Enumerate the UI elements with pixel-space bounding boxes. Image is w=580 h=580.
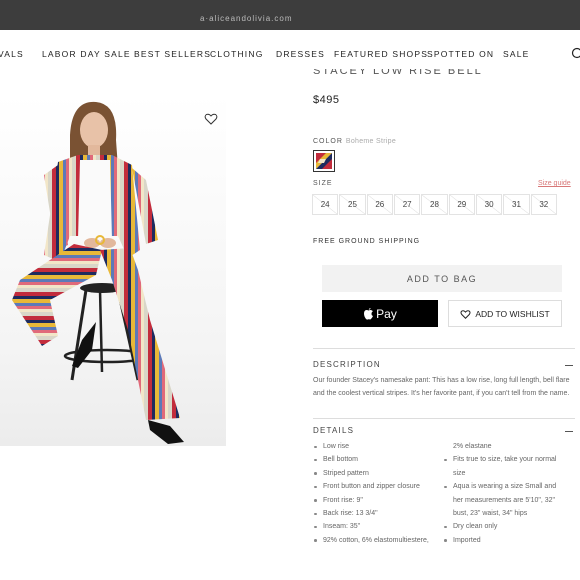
apple-logo-icon bbox=[364, 308, 374, 320]
size-option-25[interactable]: 25 bbox=[339, 194, 366, 215]
apple-pay-button[interactable]: Pay bbox=[322, 300, 438, 327]
nav-item-sale[interactable]: SALE bbox=[503, 49, 530, 59]
size-selector: 24 25 26 27 28 29 30 31 32 bbox=[312, 194, 558, 215]
list-item: Back rise: 13 3/4" bbox=[313, 507, 445, 520]
list-item: Aqua is wearing a size Small and bbox=[443, 480, 577, 493]
list-item: Inseam: 35" bbox=[313, 520, 445, 533]
product-image bbox=[0, 94, 226, 446]
nav-item-labor-day-sale[interactable]: LABOR DAY SALE bbox=[42, 49, 131, 59]
favorite-heart-icon[interactable] bbox=[204, 112, 218, 126]
size-option-32[interactable]: 32 bbox=[530, 194, 557, 215]
details-heading[interactable]: DETAILS bbox=[313, 426, 354, 435]
product-title: STACEY LOW RISE BELL bbox=[313, 69, 483, 77]
product-price: $495 bbox=[313, 94, 340, 106]
list-item: Low rise bbox=[313, 440, 445, 453]
add-to-bag-button[interactable]: ADD TO BAG bbox=[322, 265, 562, 292]
size-label: SIZE bbox=[313, 180, 333, 187]
divider bbox=[313, 418, 575, 419]
color-swatch-boheme-stripe[interactable] bbox=[313, 150, 335, 172]
details-list-left: Low rise Bell bottom Striped pattern Fro… bbox=[313, 440, 445, 547]
collapse-minus-icon[interactable] bbox=[565, 365, 573, 366]
wishlist-label: ADD TO WISHLIST bbox=[475, 308, 550, 319]
list-item: 92% cotton, 6% elastomultiestere, bbox=[313, 534, 445, 547]
shipping-note: FREE GROUND SHIPPING bbox=[313, 238, 421, 245]
list-item: 2% elastane bbox=[453, 443, 492, 450]
list-item: Dry clean only bbox=[443, 520, 577, 533]
size-option-30[interactable]: 30 bbox=[475, 194, 503, 215]
list-item: Bell bottom bbox=[313, 453, 445, 466]
list-item: Front rise: 9" bbox=[313, 494, 445, 507]
nav-item-dresses[interactable]: DRESSES bbox=[276, 49, 325, 59]
list-item: Striped pattern bbox=[313, 467, 445, 480]
apple-pay-label: Pay bbox=[376, 306, 397, 321]
nav-item-clothing[interactable]: CLOTHING bbox=[210, 49, 264, 59]
nav-item-spotted-on[interactable]: SPOTTED ON bbox=[427, 49, 494, 59]
size-option-31[interactable]: 31 bbox=[503, 194, 530, 215]
size-option-29[interactable]: 29 bbox=[448, 194, 475, 215]
color-value: Boheme Stripe bbox=[345, 138, 397, 145]
size-option-28[interactable]: 28 bbox=[421, 194, 448, 215]
color-label-row: COLOR Boheme Stripe bbox=[313, 138, 396, 145]
list-item: Imported bbox=[443, 534, 577, 547]
swatch-pattern-icon bbox=[316, 153, 332, 169]
details-list-right: 2% elastane Fits true to size, take your… bbox=[443, 440, 577, 547]
list-item: Front button and zipper closure bbox=[313, 480, 445, 493]
top-banner-text: a·aliceandolivia.com bbox=[200, 14, 293, 23]
list-item: size bbox=[453, 469, 466, 477]
size-option-27[interactable]: 27 bbox=[393, 194, 421, 215]
top-banner-bar: a·aliceandolivia.com bbox=[0, 0, 580, 30]
nav-item-best-sellers[interactable]: BEST SELLERS bbox=[134, 49, 211, 59]
size-option-26[interactable]: 26 bbox=[366, 194, 393, 215]
list-item: Fits true to size, take your normal bbox=[443, 453, 577, 466]
model-illustration bbox=[12, 101, 184, 444]
list-item: bust, 23" waist, 34" hips bbox=[453, 510, 528, 518]
add-to-wishlist-button[interactable]: ADD TO WISHLIST bbox=[448, 300, 562, 327]
list-item: her measurements are 5'10", 32" bbox=[453, 496, 556, 504]
search-icon[interactable] bbox=[571, 47, 580, 61]
color-label: COLOR bbox=[313, 138, 343, 145]
size-option-24[interactable]: 24 bbox=[312, 194, 339, 215]
description-heading[interactable]: DESCRIPTION bbox=[313, 360, 381, 369]
description-text: Our founder Stacey's namesake pant: This… bbox=[313, 377, 570, 397]
wishlist-heart-icon bbox=[460, 309, 471, 319]
size-guide-link[interactable]: Size guide bbox=[538, 180, 571, 187]
nav-item-vals[interactable]: VALS bbox=[0, 49, 24, 59]
nav-item-featured-shops[interactable]: FEATURED SHOPS bbox=[334, 49, 428, 59]
top-banner: a·aliceandolivia.com bbox=[0, 0, 580, 32]
collapse-minus-icon[interactable] bbox=[565, 431, 573, 432]
divider bbox=[313, 348, 575, 349]
main-nav: VALS LABOR DAY SALE BEST SELLERS CLOTHIN… bbox=[0, 44, 580, 66]
